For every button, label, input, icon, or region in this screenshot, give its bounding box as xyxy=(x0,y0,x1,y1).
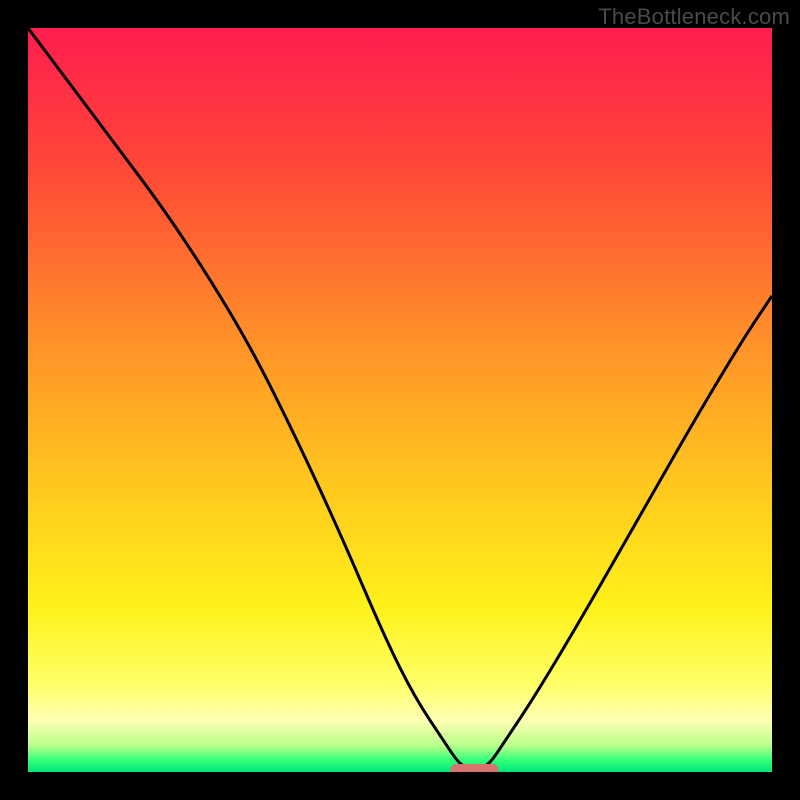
chart-svg xyxy=(28,28,772,772)
chart-plot-area xyxy=(28,28,772,772)
optimal-marker xyxy=(450,764,498,772)
gradient-background xyxy=(28,28,772,772)
chart-frame: TheBottleneck.com xyxy=(0,0,800,800)
watermark-text: TheBottleneck.com xyxy=(598,4,790,30)
